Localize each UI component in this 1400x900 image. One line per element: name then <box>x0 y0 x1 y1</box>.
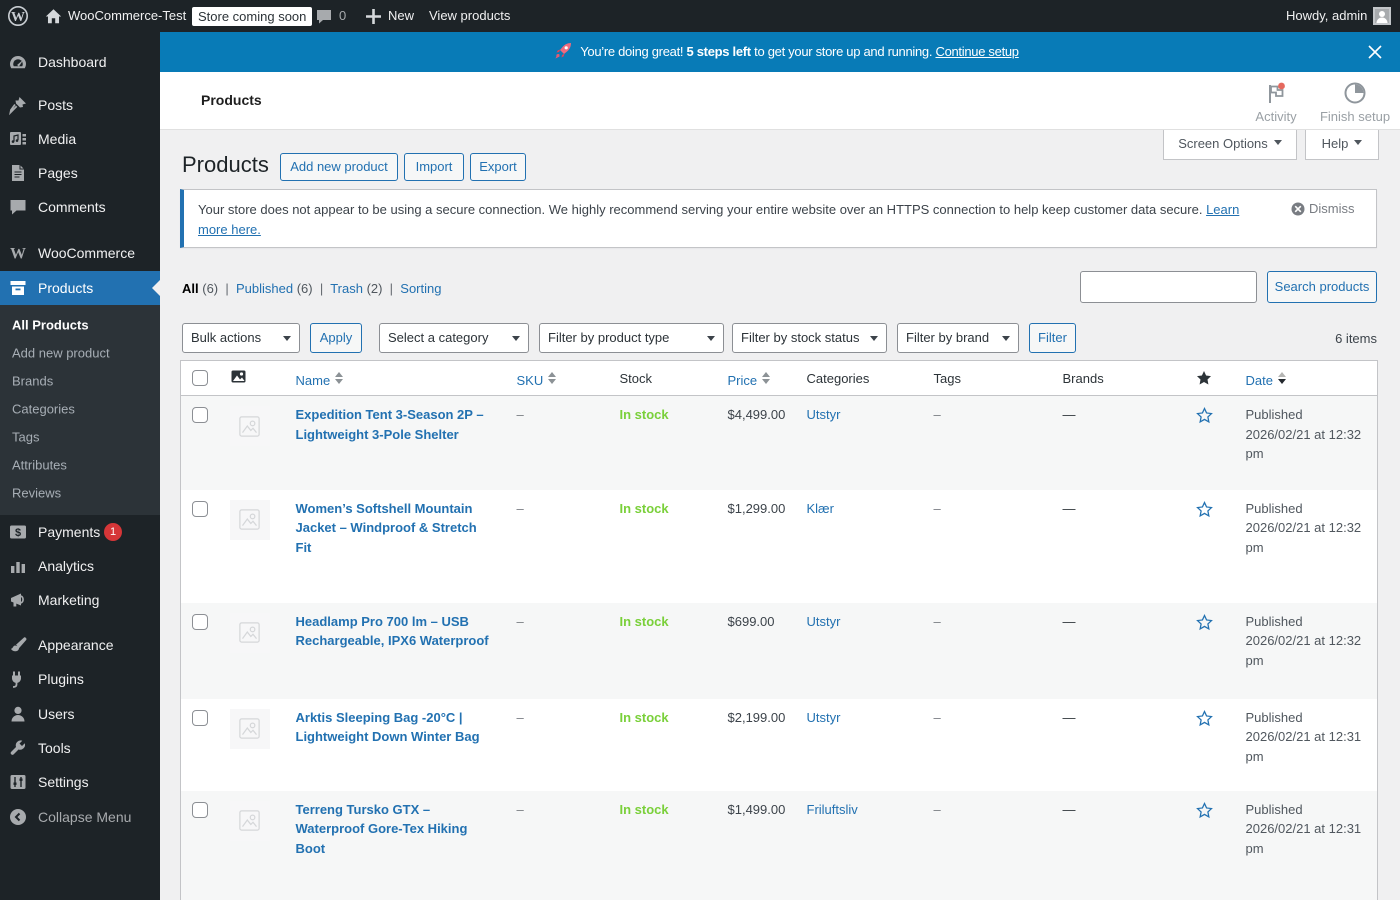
svg-text:W: W <box>11 10 25 25</box>
svg-text:W: W <box>10 246 26 263</box>
svg-text:$: $ <box>15 527 21 539</box>
